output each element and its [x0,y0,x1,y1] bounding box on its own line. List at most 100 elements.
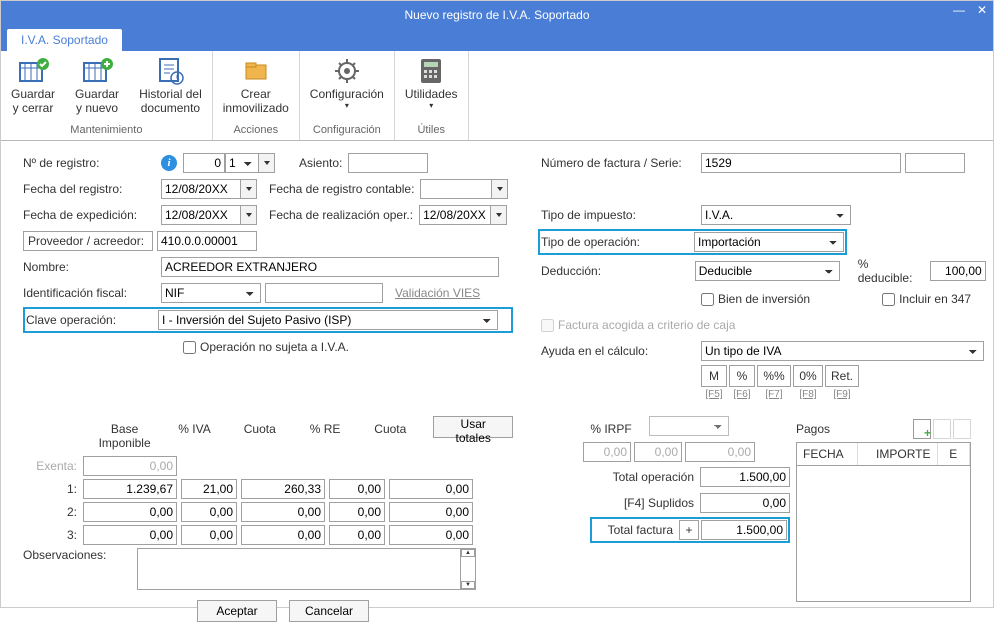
irpf-e3 [685,442,755,462]
nombre-label: Nombre: [23,260,161,274]
irpf-e2 [634,442,682,462]
serie-input[interactable] [905,153,965,173]
num-factura-input[interactable] [701,153,901,173]
clave-select[interactable]: I - Inversión del Sujeto Pasivo (ISP) [158,310,498,330]
guardar-cerrar-button[interactable]: Guardar y cerrar [1,51,65,122]
c1[interactable] [241,479,325,499]
c3[interactable] [241,525,325,545]
tab-iva-soportado[interactable]: I.V.A. Soportado [7,29,122,51]
fecha-real-picker[interactable] [491,205,507,225]
bien-inversion-checkbox[interactable]: Bien de inversión [701,292,810,306]
fecha-exp-input[interactable] [161,205,241,225]
c2[interactable] [241,502,325,522]
ayuda-label: Ayuda en el cálculo: [541,344,701,358]
cc2[interactable] [389,502,473,522]
row1-label: 1: [23,482,83,496]
pagos-table[interactable]: FECHA IMPORTE E [796,442,971,602]
fecha-real-input[interactable] [419,205,491,225]
obs-down[interactable]: ▼ [461,581,475,589]
historial-button[interactable]: Historial del documento [129,51,212,122]
guardar-nuevo-button[interactable]: Guardar y nuevo [65,51,129,122]
n-registro-input[interactable] [183,153,225,173]
calc-0pct-button[interactable]: 0% [793,365,823,387]
n-registro-label: Nº de registro: [23,156,161,170]
ident-label: Identificación fiscal: [23,286,161,300]
n-registro-serie-select[interactable]: 1 [225,153,259,173]
proveedor-input[interactable] [157,231,257,251]
cc1[interactable] [389,479,473,499]
titlebar: Nuevo registro de I.V.A. Soportado — ✕ [1,1,993,29]
cc3[interactable] [389,525,473,545]
fecha-reg-cont-input[interactable] [420,179,492,199]
col-re: % RE [299,416,351,456]
total-fact-input[interactable] [701,520,787,540]
total-op-input[interactable] [700,467,790,487]
i1[interactable] [181,479,237,499]
fecha-reg-cont-label: Fecha de registro contable: [269,182,414,196]
col-cuota2: Cuota [351,416,429,456]
pct-deducible-input[interactable] [930,261,986,281]
doc-edit-icon[interactable] [933,419,951,439]
calc-pct-button[interactable]: % [729,365,755,387]
col-importe: IMPORTE [857,443,937,466]
irpf-e1 [583,442,631,462]
nombre-input[interactable] [161,257,499,277]
incluir-347-checkbox[interactable]: Incluir en 347 [882,292,971,306]
col-iva: % IVA [168,416,220,456]
vies-link[interactable]: Validación VIES [395,286,480,300]
total-plus-button[interactable]: + [679,520,699,540]
b3[interactable] [83,525,177,545]
calc-ret-button[interactable]: Ret. [825,365,859,387]
exenta-input [83,456,177,476]
suplidos-input[interactable] [700,493,790,513]
doc-del-icon[interactable] [953,419,971,439]
col-base: Base Imponible [81,416,168,456]
col-fecha: FECHA [797,443,857,466]
obs-label: Observaciones: [23,548,137,562]
fecha-registro-input[interactable] [161,179,241,199]
re1[interactable] [329,479,385,499]
deduccion-select[interactable]: Deducible [695,261,840,281]
n-registro-dropdown[interactable] [259,153,275,173]
ayuda-select[interactable]: Un tipo de IVA [701,341,984,361]
row2-label: 2: [23,505,83,519]
obs-up[interactable]: ▲ [461,549,475,557]
ribbon: Guardar y cerrar Guardar y nuevo Histori… [1,51,993,141]
asiento-input[interactable] [348,153,428,173]
proveedor-label[interactable]: Proveedor / acreedor: [23,231,153,251]
pct-deducible-label: % deducible: [858,257,924,285]
b2[interactable] [83,502,177,522]
b1[interactable] [83,479,177,499]
tipo-op-select[interactable]: Importación [694,232,844,252]
tipo-imp-select[interactable]: I.V.A. [701,205,851,225]
no-sujeta-checkbox[interactable]: Operación no sujeta a I.V.A. [183,340,349,354]
fecha-exp-picker[interactable] [241,205,257,225]
fecha-registro-picker[interactable] [241,179,257,199]
minimize-icon[interactable]: — [953,3,965,17]
tabbar: I.V.A. Soportado [1,29,993,51]
close-icon[interactable]: ✕ [977,3,987,17]
crear-inmovilizado-button[interactable]: Crear inmovilizado [213,51,299,122]
utilidades-button[interactable]: Utilidades ▾ [395,51,468,122]
re3[interactable] [329,525,385,545]
re2[interactable] [329,502,385,522]
cancelar-button[interactable]: Cancelar [289,600,369,622]
pagos-label: Pagos [796,422,830,436]
ident-type-select[interactable]: NIF [161,283,261,303]
doc-new-icon[interactable]: + [913,419,931,439]
aceptar-button[interactable]: Aceptar [197,600,277,622]
calc-m-button[interactable]: M [701,365,727,387]
obs-textarea[interactable] [137,548,461,590]
calc-pctpct-button[interactable]: %% [757,365,791,387]
criterio-caja-checkbox: Factura acogida a criterio de caja [541,318,735,332]
configuracion-button[interactable]: Configuración ▾ [300,51,394,122]
window-title: Nuevo registro de I.V.A. Soportado [404,8,589,22]
i3[interactable] [181,525,237,545]
fecha-real-label: Fecha de realización oper.: [269,208,413,222]
fecha-reg-cont-picker[interactable] [492,179,508,199]
usar-totales-button[interactable]: Usar totales [433,416,513,438]
info-icon[interactable]: i [161,155,177,171]
irpf-select [649,416,729,436]
i2[interactable] [181,502,237,522]
ident-input[interactable] [265,283,383,303]
